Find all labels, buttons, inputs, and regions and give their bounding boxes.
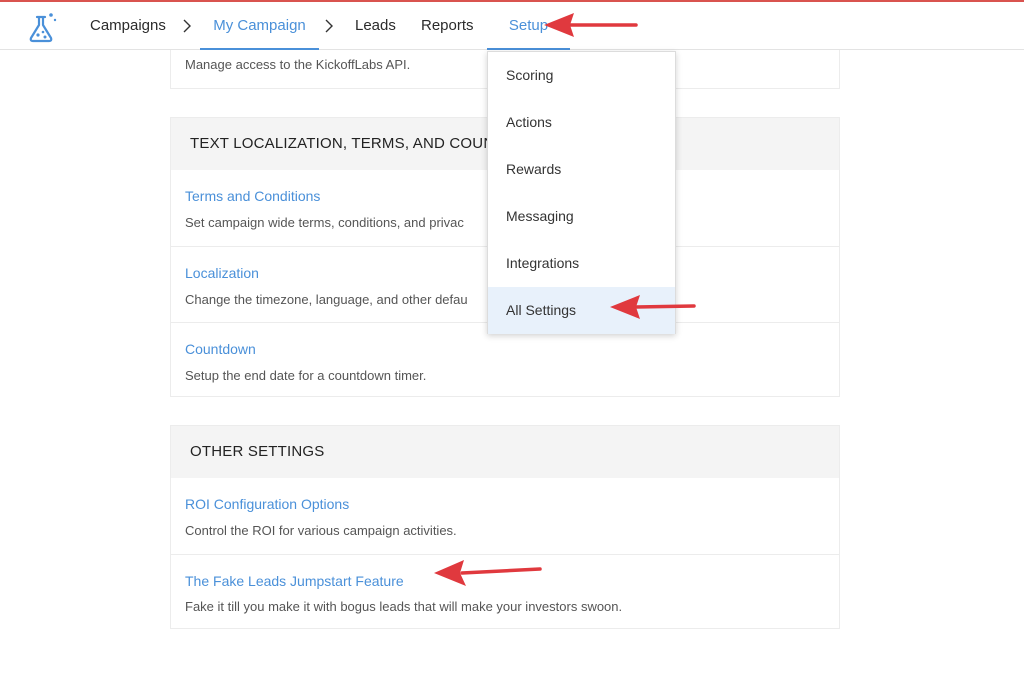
settings-row: ROI Configuration Options Control the RO… [171,478,839,554]
localization-link[interactable]: Localization [185,265,259,281]
nav-campaigns[interactable]: Campaigns [90,2,166,50]
roi-configuration-link[interactable]: ROI Configuration Options [185,496,349,512]
row-description: Fake it till you make it with bogus lead… [185,599,623,614]
top-navbar: Campaigns My Campaign Leads Reports Setu… [0,2,1024,50]
menu-item-messaging[interactable]: Messaging [488,193,675,240]
flask-logo-icon[interactable] [28,11,58,43]
nav-my-campaign-label: My Campaign [213,17,306,34]
fake-leads-jumpstart-link[interactable]: The Fake Leads Jumpstart Feature [185,573,404,589]
row-description: Set campaign wide terms, conditions, and… [185,215,464,230]
menu-item-actions[interactable]: Actions [488,99,675,146]
api-access-description: Manage access to the KickoffLabs API. [185,57,411,72]
annotation-arrow-icon [434,560,542,586]
other-settings-card: OTHER SETTINGS ROI Configuration Options… [170,425,840,629]
row-description: Control the ROI for various campaign act… [185,523,457,538]
annotation-arrow-icon [610,295,696,319]
nav-leads-label: Leads [355,17,396,34]
row-description: Change the timezone, language, and other… [185,292,468,307]
row-description: Setup the end date for a countdown timer… [185,368,427,383]
chevron-right-icon [183,19,191,33]
chevron-right-icon [325,19,333,33]
nav-reports[interactable]: Reports [421,2,474,50]
annotation-arrow-icon [544,13,638,37]
section-header: OTHER SETTINGS [171,426,839,478]
nav-reports-label: Reports [421,17,474,34]
menu-item-integrations[interactable]: Integrations [488,240,675,287]
nav-campaigns-label: Campaigns [90,17,166,34]
menu-item-scoring[interactable]: Scoring [488,52,675,99]
nav-leads[interactable]: Leads [355,2,396,50]
nav-my-campaign[interactable]: My Campaign [200,2,319,50]
menu-item-rewards[interactable]: Rewards [488,146,675,193]
countdown-link[interactable]: Countdown [185,341,256,357]
terms-and-conditions-link[interactable]: Terms and Conditions [185,188,320,204]
